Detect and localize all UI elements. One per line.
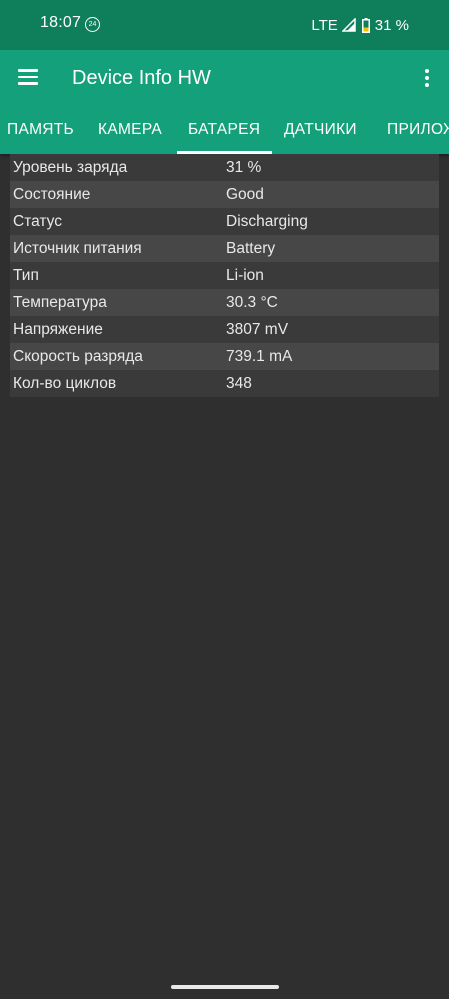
battery-info-row: Температура 30.3 °C	[10, 289, 439, 316]
info-label: Тип	[13, 267, 39, 284]
tab-bar: ПАМЯТЬ КАМЕРА БАТАРЕЯ ДАТЧИКИ ПРИЛОЖЕНИЯ	[0, 108, 449, 154]
battery-info-row: Кол-во циклов 348	[10, 370, 439, 397]
app-bar: Device Info HW	[0, 50, 449, 108]
menu-icon[interactable]	[18, 69, 38, 85]
battery-icon	[361, 17, 370, 33]
status-time: 18:07	[40, 14, 82, 31]
status-indicators: LTE 31 %	[311, 14, 409, 36]
tab-apps[interactable]: ПРИЛОЖЕНИЯ	[387, 121, 449, 139]
info-value: Li-ion	[226, 267, 264, 284]
app-title: Device Info HW	[72, 67, 211, 89]
battery-info-row: Скорость разряда 739.1 mA	[10, 343, 439, 370]
tab-battery[interactable]: БАТАРЕЯ	[188, 121, 260, 139]
info-value: 739.1 mA	[226, 348, 293, 365]
info-value: 30.3 °C	[226, 294, 278, 311]
tab-sensors[interactable]: ДАТЧИКИ	[284, 121, 357, 139]
info-value: Battery	[226, 240, 276, 257]
info-value: Discharging	[226, 213, 308, 230]
battery-info-row: Состояние Good	[10, 181, 439, 208]
info-label: Температура	[13, 294, 107, 311]
more-vert-icon[interactable]	[425, 69, 429, 87]
battery-info-row: Статус Discharging	[10, 208, 439, 235]
info-value: 348	[226, 375, 252, 392]
info-label: Уровень заряда	[13, 159, 128, 176]
info-label: Статус	[13, 213, 62, 230]
tab-memory[interactable]: ПАМЯТЬ	[7, 121, 74, 139]
info-value: Good	[226, 186, 264, 203]
battery-info-table: Уровень заряда 31 % Состояние Good Стату…	[10, 154, 439, 397]
battery-info-row: Источник питания Battery	[10, 235, 439, 262]
info-label: Источник питания	[13, 240, 142, 257]
info-label: Кол-во циклов	[13, 375, 117, 392]
status-bar: 18:07 24 LTE 31 %	[0, 0, 449, 50]
network-type-label: LTE	[311, 16, 338, 34]
info-label: Состояние	[13, 186, 91, 203]
home-indicator[interactable]	[171, 985, 279, 989]
info-value: 3807 mV	[226, 321, 289, 338]
battery-info-row: Тип Li-ion	[10, 262, 439, 289]
battery-info-row: Напряжение 3807 mV	[10, 316, 439, 343]
battery-percent-label: 31 %	[374, 16, 409, 34]
battery-info-row: Уровень заряда 31 %	[10, 154, 439, 181]
info-label: Напряжение	[13, 321, 103, 338]
info-label: Скорость разряда	[13, 348, 143, 365]
signal-icon	[341, 18, 356, 32]
clock-24h-icon: 24	[85, 17, 100, 32]
info-value: 31 %	[226, 159, 262, 176]
tab-camera[interactable]: КАМЕРА	[98, 121, 162, 139]
